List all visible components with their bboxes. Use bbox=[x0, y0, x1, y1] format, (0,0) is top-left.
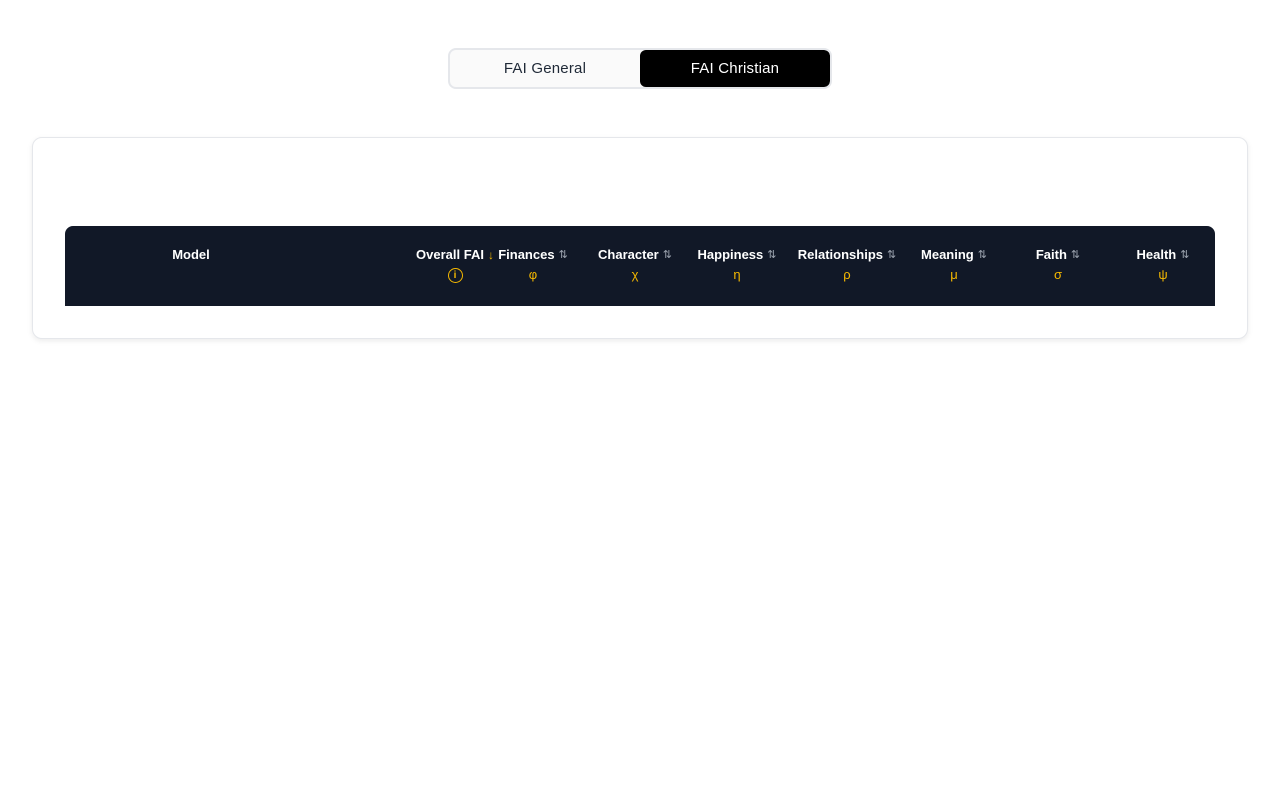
column-symbol-meaning: μ bbox=[950, 267, 958, 282]
column-header-finances[interactable]: Finances ⇅ φ bbox=[483, 226, 583, 306]
info-icon[interactable]: i bbox=[447, 268, 463, 283]
leaderboard-toggle: FAI General FAI Christian bbox=[448, 48, 832, 89]
column-header-model: Model bbox=[121, 226, 261, 306]
column-symbol-relationships: ρ bbox=[843, 267, 851, 282]
column-header-relationships[interactable]: Relationships ⇅ ρ bbox=[782, 226, 912, 306]
toggle-fai-christian[interactable]: FAI Christian bbox=[640, 50, 830, 87]
column-header-character[interactable]: Character ⇅ χ bbox=[582, 226, 688, 306]
sort-icon[interactable]: ⇅ bbox=[978, 248, 987, 261]
column-label-happiness: Happiness bbox=[697, 247, 764, 262]
sort-icon[interactable]: ⇅ bbox=[559, 248, 568, 261]
column-label-character: Character bbox=[598, 247, 659, 262]
column-label-relationships: Relationships bbox=[797, 247, 884, 262]
column-label-finances: Finances bbox=[498, 247, 555, 262]
column-symbol-faith: σ bbox=[1053, 267, 1063, 282]
sort-icon[interactable]: ⇅ bbox=[1071, 248, 1080, 261]
leaderboard-card: Model Overall FAI ↓ i Finances ⇅ φ Chara… bbox=[32, 137, 1248, 339]
column-label-meaning: Meaning bbox=[921, 247, 974, 262]
column-symbol-health: ψ bbox=[1158, 267, 1168, 282]
info-icon-glyph: i bbox=[453, 269, 457, 281]
column-label-health: Health bbox=[1136, 247, 1177, 262]
column-header-meaning[interactable]: Meaning ⇅ μ bbox=[904, 226, 1004, 306]
column-label-overall-fai: Overall FAI bbox=[416, 247, 484, 262]
sort-icon[interactable]: ⇅ bbox=[1180, 248, 1189, 261]
column-header-faith[interactable]: Faith ⇅ σ bbox=[1013, 226, 1103, 306]
column-header-health[interactable]: Health ⇅ ψ bbox=[1115, 226, 1211, 306]
toggle-fai-general[interactable]: FAI General bbox=[450, 50, 640, 87]
column-header-happiness[interactable]: Happiness ⇅ η bbox=[683, 226, 791, 306]
sort-icon[interactable]: ⇅ bbox=[663, 248, 672, 261]
sort-icon[interactable]: ⇅ bbox=[767, 248, 776, 261]
column-label-model: Model bbox=[172, 247, 210, 262]
column-symbol-happiness: η bbox=[733, 267, 741, 282]
column-symbol-finances: φ bbox=[528, 267, 538, 282]
table-header: Model Overall FAI ↓ i Finances ⇅ φ Chara… bbox=[65, 226, 1215, 306]
sort-icon[interactable]: ⇅ bbox=[887, 248, 896, 261]
column-label-faith: Faith bbox=[1035, 247, 1067, 262]
column-symbol-character: χ bbox=[631, 267, 639, 282]
